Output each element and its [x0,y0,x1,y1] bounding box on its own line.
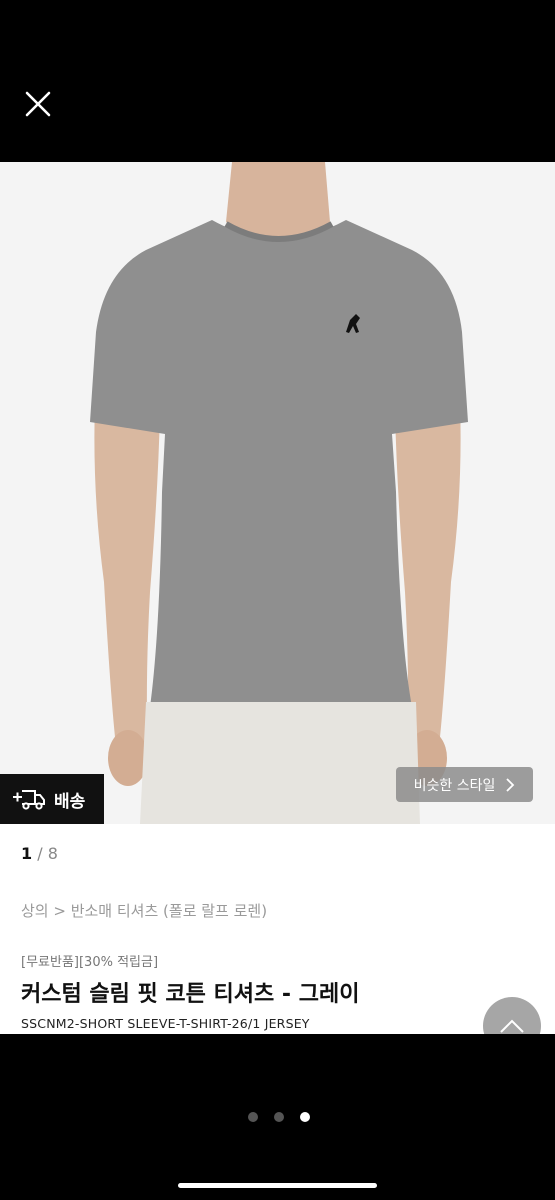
product-tags: [무료반품][30% 적립금] [21,955,159,970]
chevron-up-icon [500,1019,524,1033]
home-indicator[interactable] [178,1183,377,1188]
close-icon [25,91,51,117]
carousel-dot[interactable] [274,1112,284,1122]
product-photo[interactable] [0,162,555,824]
similar-style-button[interactable]: 비슷한 스타일 [396,767,533,802]
model-tshirt-image [0,162,555,824]
image-counter-current: 1 [21,844,33,863]
product-info-panel: 1 / 8 상의 > 반소매 티셔츠 (폴로 랄프 로렌) [무료반품][30%… [0,824,555,1034]
product-sku: SSCNM2-SHORT SLEEVE-T-SHIRT-26/1 JERSEY [21,1016,310,1031]
category-breadcrumb[interactable]: 상의 > 반소매 티셔츠 (폴로 랄프 로렌) [21,900,267,921]
carousel-dot-active[interactable] [300,1112,310,1122]
image-counter-total: 8 [47,844,58,863]
product-title: 커스텀 슬림 핏 코튼 티셔츠 - 그레이 [21,982,360,1007]
image-counter: 1 / 8 [21,844,58,863]
similar-style-label: 비슷한 스타일 [413,777,496,794]
close-button[interactable] [18,84,58,124]
viewer-top-bar [0,0,555,162]
carousel-dot[interactable] [248,1112,258,1122]
delivery-truck-icon [13,790,45,810]
carousel-dots [248,1112,310,1122]
shipping-badge-label: 배송 [54,791,86,812]
chevron-right-icon [506,777,515,792]
image-counter-separator: / [37,844,43,863]
shipping-badge: 배송 [0,774,104,824]
